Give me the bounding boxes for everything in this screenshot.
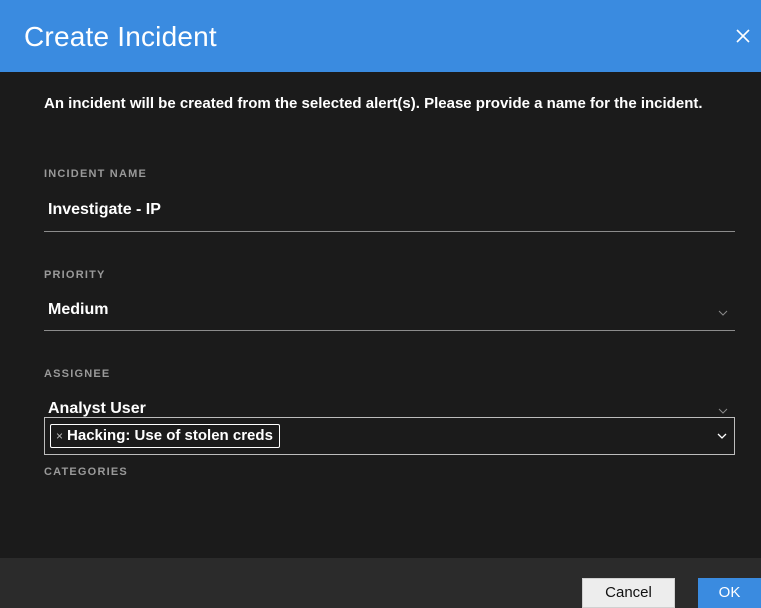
chevron-down-icon[interactable] — [717, 407, 729, 415]
create-incident-dialog: Create Incident An incident will be crea… — [0, 0, 761, 608]
incident-name-input[interactable]: Investigate - IP — [48, 201, 161, 219]
dialog-header: Create Incident — [0, 0, 761, 72]
priority-underline — [44, 330, 735, 331]
categories-multiselect[interactable]: × Hacking: Use of stolen creds — [44, 417, 735, 455]
incident-name-label: INCIDENT NAME — [44, 168, 147, 180]
chevron-down-icon[interactable] — [717, 309, 729, 317]
category-tag: × Hacking: Use of stolen creds — [50, 424, 280, 448]
dialog-body: An incident will be created from the sel… — [0, 72, 761, 558]
dialog-footer: Cancel OK — [0, 558, 761, 608]
tag-remove-icon[interactable]: × — [56, 425, 63, 447]
incident-name-underline — [44, 231, 735, 232]
priority-select[interactable]: Medium — [44, 294, 735, 330]
assignee-label: ASSIGNEE — [44, 368, 111, 380]
cancel-button[interactable]: Cancel — [582, 578, 675, 608]
categories-label: CATEGORIES — [44, 466, 128, 478]
category-tag-label: Hacking: Use of stolen creds — [67, 427, 273, 444]
dialog-title: Create Incident — [24, 21, 217, 52]
close-icon[interactable] — [733, 26, 753, 46]
ok-button[interactable]: OK — [698, 578, 761, 608]
priority-label: PRIORITY — [44, 269, 106, 281]
intro-text: An incident will be created from the sel… — [44, 95, 703, 112]
assignee-selected-value: Analyst User — [48, 400, 146, 417]
chevron-down-icon[interactable] — [716, 432, 728, 440]
priority-selected-value: Medium — [48, 301, 109, 318]
